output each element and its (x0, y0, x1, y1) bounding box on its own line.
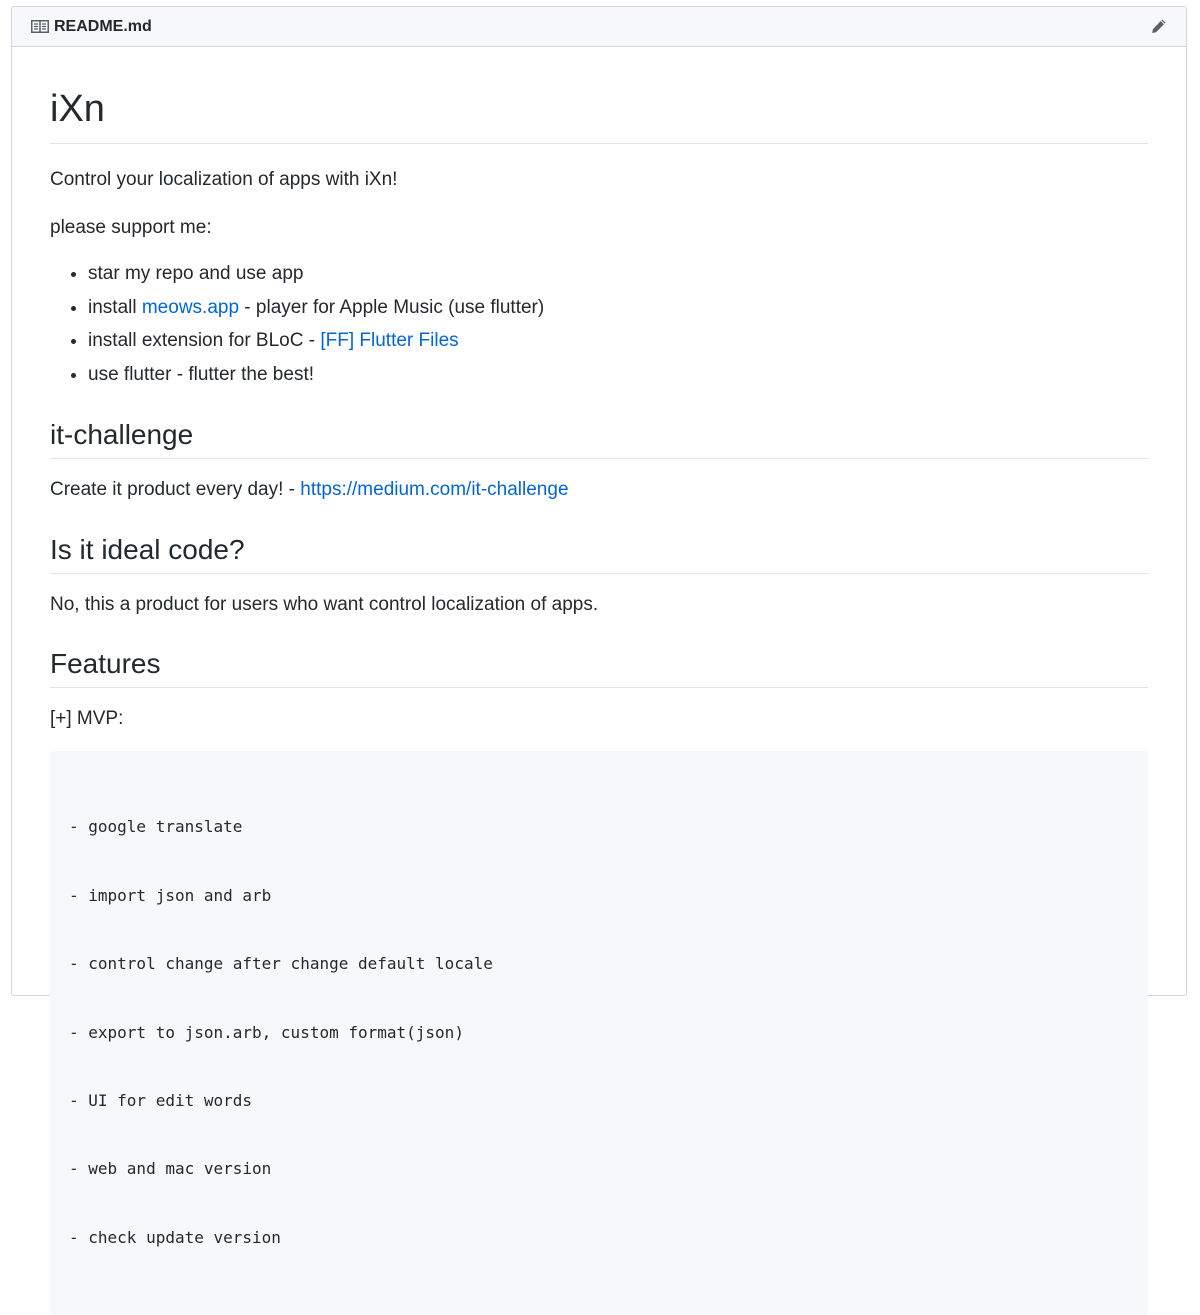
readme-header: README.md (12, 7, 1186, 47)
support-heading: please support me: (50, 216, 212, 238)
section-heading-it-challenge: it-challenge (50, 417, 1148, 460)
code-line: - google translate (69, 817, 243, 837)
code-line: - web and mac version (69, 1159, 272, 1179)
markdown-body: iXn Control your localization of apps wi… (12, 47, 1186, 1315)
support-list: star my repo and use app install meows.a… (50, 257, 1148, 391)
edit-file-button[interactable] (1148, 17, 1168, 37)
code-line: - check update version (69, 1227, 281, 1247)
challenge-text-prefix: Create it product every day! - (50, 479, 301, 501)
intro-text: Control your localization of apps with i… (50, 169, 398, 191)
list-item-text: - player for Apple Music (use flutter) (239, 296, 545, 318)
flutter-files-link[interactable]: [FF] Flutter Files (320, 330, 458, 351)
list-item: star my repo and use app (88, 257, 1148, 291)
section-heading-ideal-code: Is it ideal code? (50, 532, 1148, 574)
code-line: - UI for edit words (69, 1091, 253, 1111)
section-heading-features: Features (50, 646, 1148, 689)
readme-title: iXn (50, 47, 1148, 145)
ideal-text: No, this a product for users who want co… (50, 593, 599, 615)
book-icon (31, 20, 49, 34)
code-block: - google translate - import json and arb… (50, 750, 1148, 1315)
medium-link[interactable]: https://medium.com/it-challenge (300, 479, 568, 500)
meows-app-link[interactable]: meows.app (142, 297, 239, 318)
list-item: install extension for BLoC - [FF] Flutte… (88, 324, 1148, 358)
pencil-icon (1150, 18, 1167, 35)
readme-container: README.md iXn Control your localization … (11, 6, 1187, 1315)
file-name: README.md (54, 17, 152, 35)
challenge-text: Create it product every day! - https://m… (50, 476, 1148, 505)
code-line: - export to json.arb, custom format(json… (69, 1022, 464, 1042)
list-item-text: use flutter - flutter the best! (88, 363, 314, 385)
mvp-label: [+] MVP: (50, 708, 124, 730)
list-item-text: install (88, 296, 142, 318)
list-item-text: install extension for BLoC - (88, 330, 321, 352)
list-item: use flutter - flutter the best! (88, 358, 1148, 392)
code-line: - control change after change default lo… (69, 954, 493, 974)
list-item: install meows.app - player for Apple Mus… (88, 291, 1148, 325)
code-line: - import json and arb (69, 885, 272, 905)
file-title: README.md (31, 18, 152, 36)
list-item-text: star my repo and use app (88, 263, 304, 285)
